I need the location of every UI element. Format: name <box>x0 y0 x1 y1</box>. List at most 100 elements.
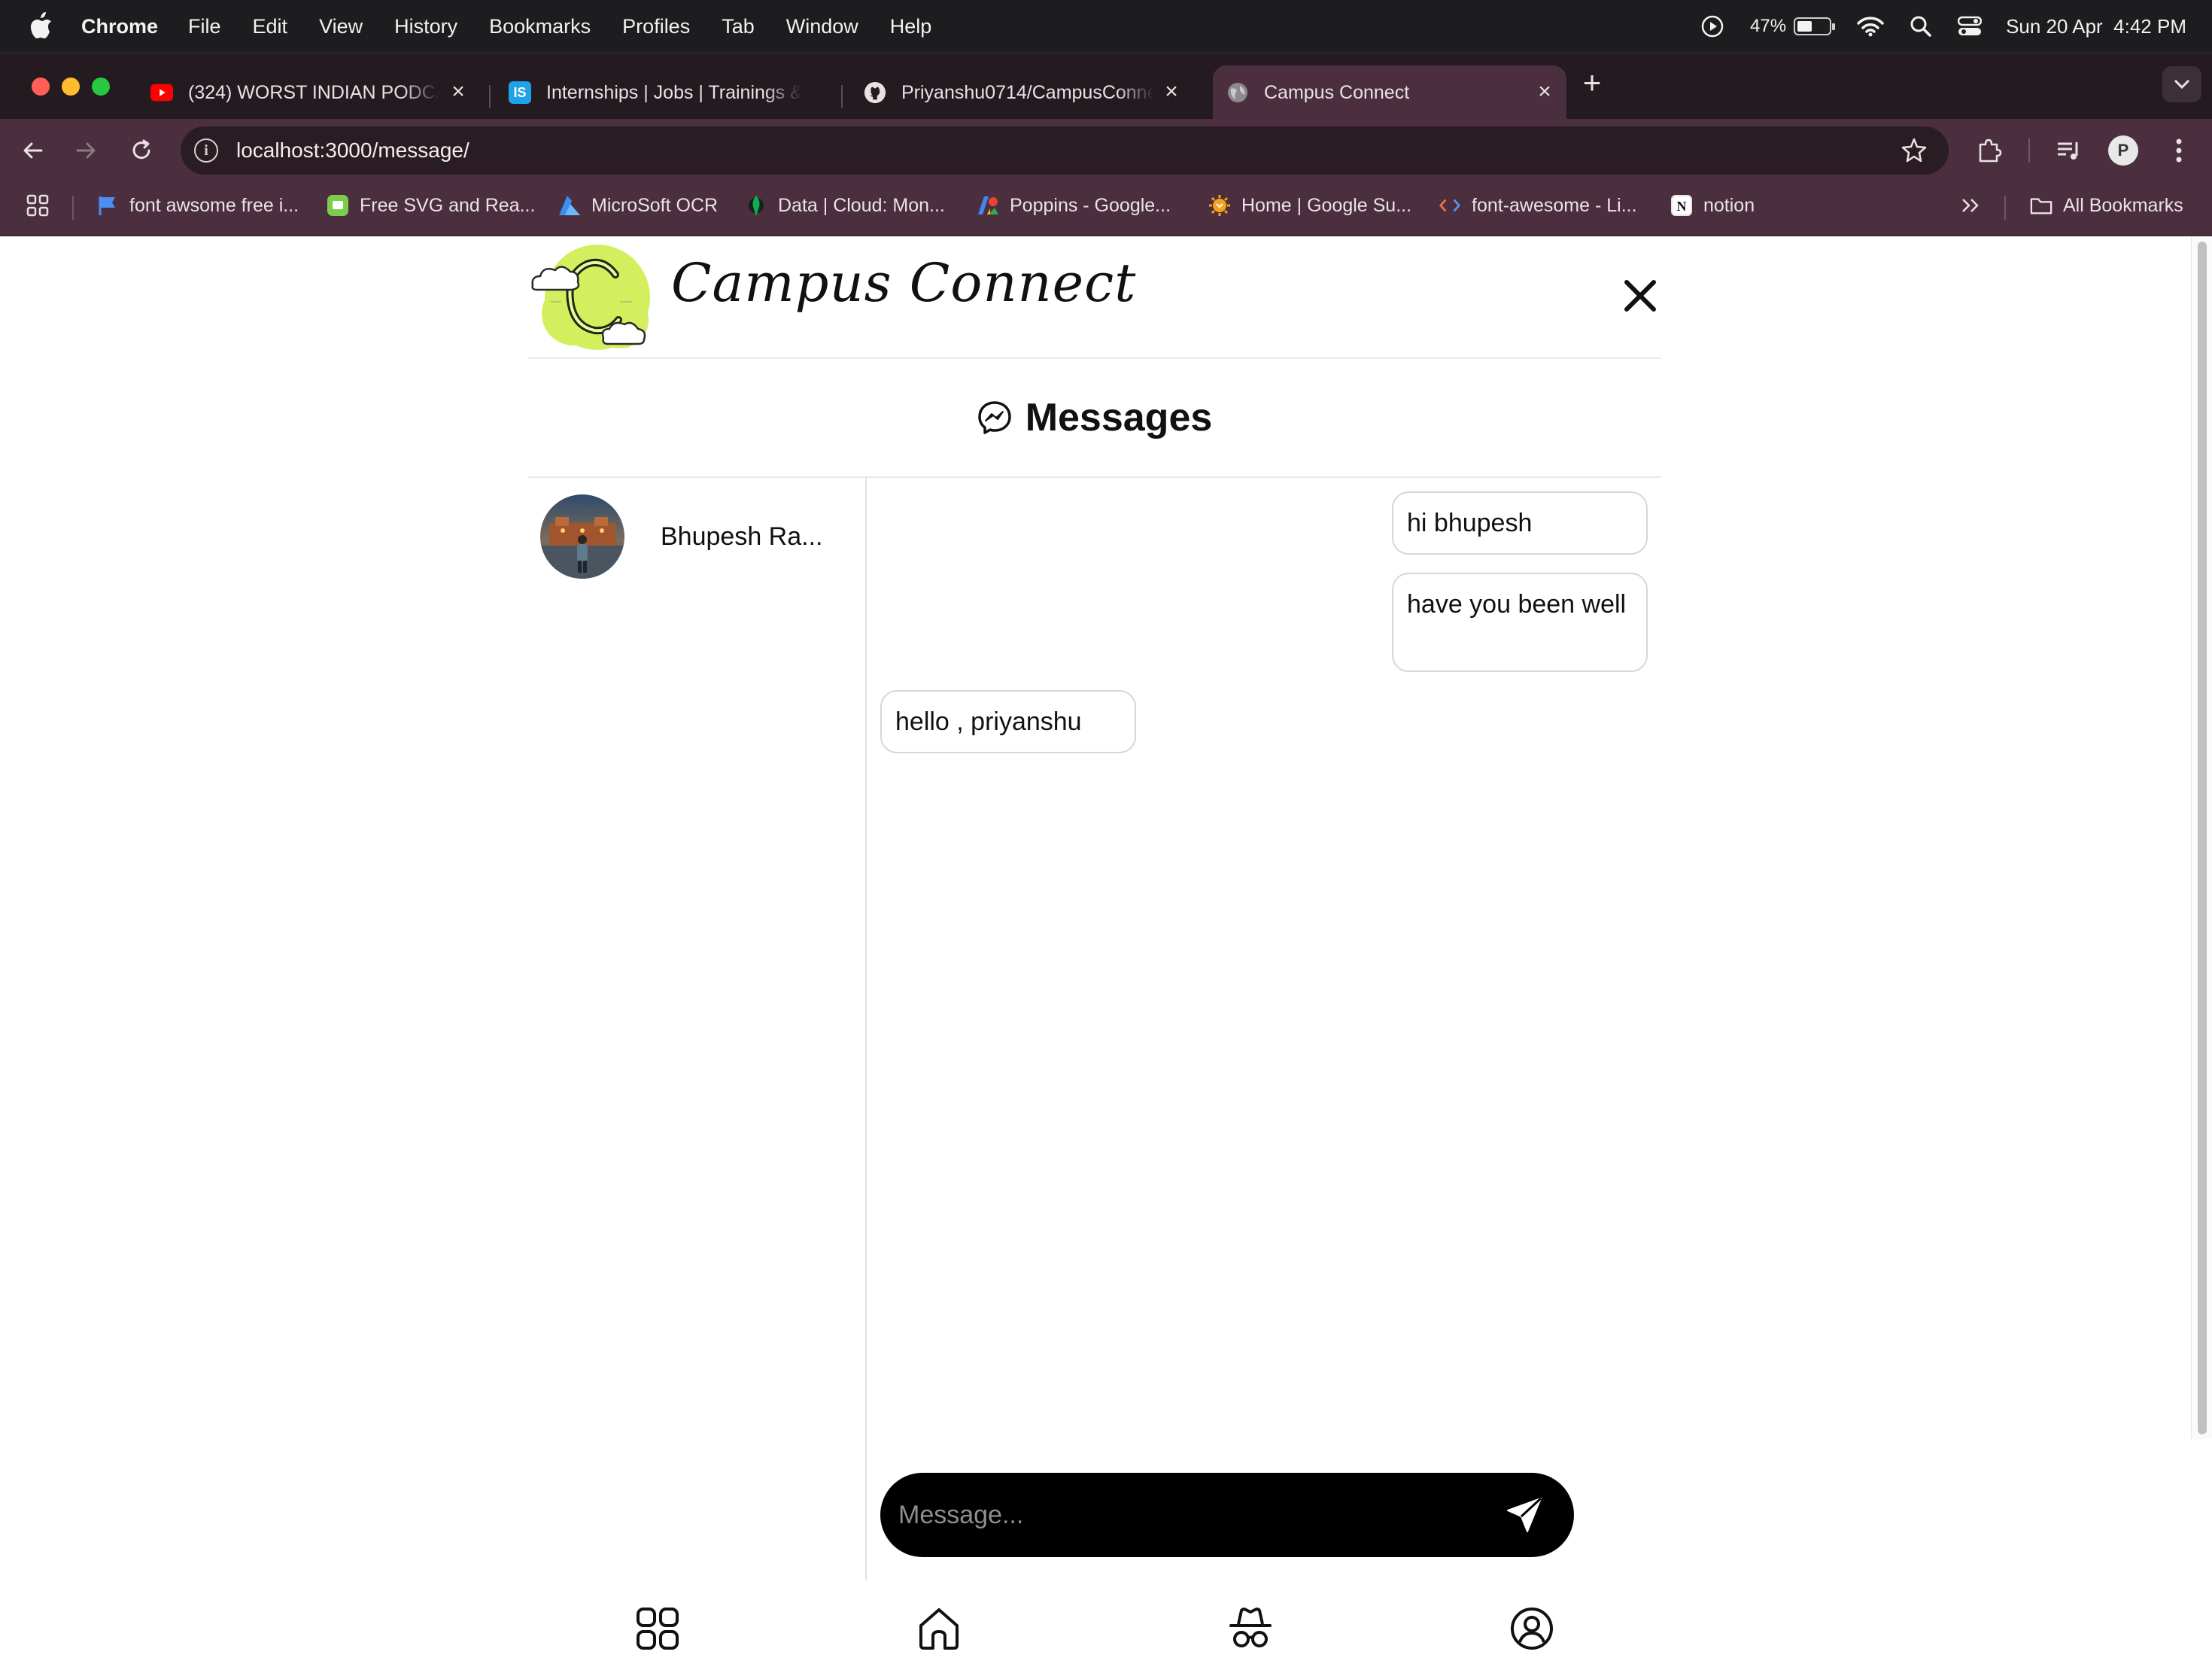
menu-file[interactable]: File <box>188 15 221 38</box>
bookmark-star-icon[interactable] <box>1901 137 1928 164</box>
bookmark-poppins-google-fonts[interactable]: Poppins - Google... <box>977 182 1171 229</box>
music-queue-icon <box>2058 142 2078 160</box>
user-circle-icon[interactable] <box>1509 1606 1554 1651</box>
new-tab-button[interactable]: + <box>1578 67 1606 99</box>
window-zoom-button[interactable] <box>92 78 110 96</box>
menu-view[interactable]: View <box>319 15 363 38</box>
menu-edit[interactable]: Edit <box>253 15 288 38</box>
bookmark-font-awesome[interactable]: font-awesome - Li... <box>1439 182 1637 229</box>
tab-campus-connect[interactable]: Campus Connect × <box>1213 65 1566 120</box>
bookmarks-separator <box>2004 196 2006 220</box>
apps-shortcut[interactable] <box>26 182 50 229</box>
tab-close-icon[interactable]: × <box>447 81 469 103</box>
bookmarks-overflow-button[interactable] <box>1961 182 1980 229</box>
tab-search-button[interactable] <box>2162 66 2201 102</box>
bookmark-microsoft-ocr[interactable]: MicroSoft OCR <box>558 182 718 229</box>
tab-close-icon[interactable]: × <box>1160 81 1183 103</box>
tab-close-icon[interactable]: × <box>1533 81 1556 103</box>
youtube-icon <box>150 81 173 104</box>
bookmark-label: Poppins - Google... <box>1010 194 1171 216</box>
mongodb-icon <box>745 194 767 217</box>
bookmark-label: Data | Cloud: Mon... <box>778 194 945 216</box>
tab-youtube[interactable]: (324) WORST INDIAN PODCA × <box>138 65 480 120</box>
media-control-button[interactable] <box>2052 134 2086 167</box>
contact-name: Bhupesh Ra... <box>661 522 823 551</box>
battery-level <box>1797 21 1812 32</box>
page-scrollbar[interactable] <box>2191 237 2212 1439</box>
window-minimize-button[interactable] <box>62 78 80 96</box>
bookmark-mongodb[interactable]: Data | Cloud: Mon... <box>745 182 945 229</box>
site-info-icon[interactable]: i <box>194 138 218 163</box>
scrollbar-thumb[interactable] <box>2198 242 2207 1434</box>
svg-icon <box>327 194 349 217</box>
arrow-left-icon <box>23 142 43 159</box>
menu-help[interactable]: Help <box>890 15 932 38</box>
apps-grid-icon <box>26 194 49 217</box>
message-text: hi bhupesh <box>1407 509 1533 537</box>
chat-panel: hi bhupesh have you been well hello , pr… <box>868 478 1661 1580</box>
bookmark-label: font awsome free i... <box>129 194 299 216</box>
menu-app-name[interactable]: Chrome <box>81 15 158 38</box>
bookmark-label: Free SVG and Rea... <box>360 194 536 216</box>
bookmark-notion[interactable]: N notion <box>1670 182 1755 229</box>
campus-connect-logo[interactable] <box>528 242 656 354</box>
tab-separator <box>489 85 491 108</box>
chrome-menu-button[interactable] <box>2162 134 2195 167</box>
all-bookmarks-button[interactable]: All Bookmarks <box>2030 182 2183 229</box>
message-input[interactable] <box>898 1492 1485 1538</box>
bookmark-google-summer[interactable]: Home | Google Su... <box>1208 182 1411 229</box>
menu-profiles[interactable]: Profiles <box>622 15 690 38</box>
menu-history[interactable]: History <box>394 15 457 38</box>
contacts-list: Bhupesh Ra... <box>528 478 867 1580</box>
folder-icon <box>2030 194 2052 217</box>
media-play-icon[interactable] <box>1700 14 1724 38</box>
double-chevron-right-icon <box>1962 199 1979 212</box>
more-vertical-icon <box>2176 138 2182 163</box>
tab-internshala[interactable]: IS Internships | Jobs | Trainings & <box>497 65 835 120</box>
google-summer-icon <box>1208 194 1231 217</box>
code-icon <box>1439 194 1461 217</box>
contact-avatar <box>540 494 624 579</box>
grid-icon[interactable] <box>635 1606 680 1651</box>
control-center-icon[interactable] <box>1958 16 1983 37</box>
message-composer <box>880 1473 1574 1557</box>
window-close-button[interactable] <box>32 78 50 96</box>
incognito-icon[interactable] <box>1228 1606 1273 1651</box>
bookmarks-separator <box>72 196 74 220</box>
brand-name: Campus Connect <box>671 252 1137 314</box>
browser-toolbar: i localhost:3000/message/ P <box>0 119 2212 182</box>
tab-title: (324) WORST INDIAN PODCA <box>188 81 439 103</box>
profile-button[interactable]: P <box>2107 134 2140 167</box>
close-icon[interactable] <box>1619 275 1661 317</box>
bookmark-free-svg[interactable]: Free SVG and Rea... <box>327 182 535 229</box>
bookmark-label: font-awesome - Li... <box>1472 194 1637 216</box>
send-icon[interactable] <box>1505 1495 1544 1535</box>
forward-button[interactable] <box>69 134 102 167</box>
battery-icon[interactable] <box>1794 17 1836 35</box>
address-bar[interactable]: i localhost:3000/message/ <box>181 126 1949 175</box>
extensions-button[interactable] <box>1973 134 2006 167</box>
url-text[interactable]: localhost:3000/message/ <box>236 138 469 163</box>
contact-item[interactable]: Bhupesh Ra... <box>540 494 856 579</box>
bookmark-label: notion <box>1703 194 1755 216</box>
page-title: Messages <box>1025 396 1213 440</box>
menu-bookmarks[interactable]: Bookmarks <box>489 15 591 38</box>
wifi-icon[interactable] <box>1857 16 1884 37</box>
internshala-icon: IS <box>509 81 531 104</box>
spotlight-search-icon[interactable] <box>1910 15 1932 38</box>
github-icon <box>864 81 886 104</box>
clock[interactable]: Sun 20 Apr 4:42 PM <box>2006 15 2186 38</box>
bookmark-font-awesome-free[interactable]: font awsome free i... <box>96 182 299 229</box>
back-button[interactable] <box>17 134 50 167</box>
home-icon[interactable] <box>916 1606 962 1651</box>
message-bubble-sent: hi bhupesh <box>1392 491 1648 555</box>
tab-github[interactable]: Priyanshu0714/CampusConne × <box>850 65 1193 120</box>
apple-logo-icon[interactable] <box>29 11 53 41</box>
azure-icon <box>558 194 581 217</box>
reload-button[interactable] <box>125 134 158 167</box>
menu-window[interactable]: Window <box>786 15 858 38</box>
tab-title: Priyanshu0714/CampusConne <box>901 81 1154 103</box>
arrow-right-icon <box>76 142 96 159</box>
puzzle-icon <box>1979 138 2002 163</box>
menu-tab[interactable]: Tab <box>722 15 755 38</box>
